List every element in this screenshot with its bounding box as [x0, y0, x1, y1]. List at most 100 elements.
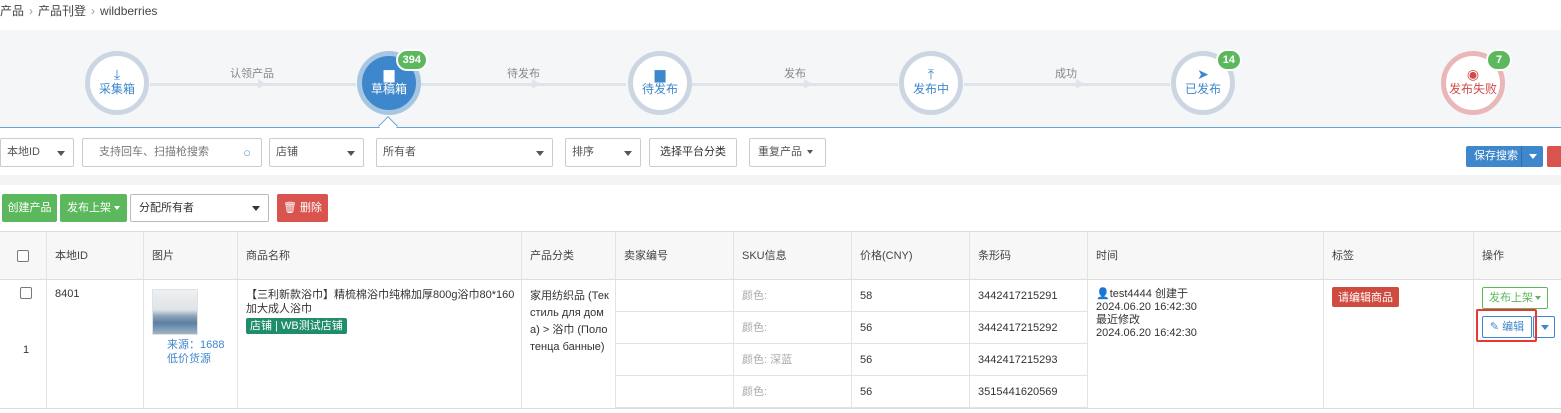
count-badge: 394	[395, 49, 428, 71]
create-product-button[interactable]: 创建产品	[2, 194, 57, 222]
breadcrumb-item-current: wildberries	[100, 4, 158, 18]
product-name[interactable]: 【三利新款浴巾】精梳棉浴巾纯棉加厚800g浴巾80*160加大成人浴巾	[246, 288, 515, 316]
upload-tray-icon: ⤒	[927, 66, 935, 82]
header-local-id[interactable]: 本地ID	[47, 232, 144, 280]
folder-icon: ▆	[654, 66, 666, 82]
delete-search-button[interactable]	[1547, 146, 1561, 167]
step-published[interactable]: ➤ 已发布 14	[1171, 49, 1242, 115]
section-divider	[0, 175, 1561, 185]
header-product-name: 商品名称	[238, 232, 522, 280]
step-connector	[964, 83, 1170, 86]
step-publishing[interactable]: ⤒ 发布中	[899, 51, 963, 115]
caret-down-icon	[807, 150, 813, 155]
store-tag: 店铺 | WB测试店铺	[246, 318, 347, 334]
search-input[interactable]: 支持回车、扫描枪搜索 ○	[82, 138, 262, 167]
step-connector	[150, 83, 356, 86]
caret-down-icon	[624, 151, 632, 156]
table-row: 1	[0, 280, 47, 408]
product-thumbnail[interactable]	[152, 289, 198, 335]
store-select[interactable]: 店铺	[269, 138, 364, 167]
caret-down-icon[interactable]	[1521, 146, 1543, 167]
header-category: 产品分类	[522, 232, 616, 280]
owner-select[interactable]: 所有者	[376, 138, 553, 167]
step-label-publish: 发布	[784, 68, 806, 80]
step-publish-failed[interactable]: ◉ 发布失败 7	[1441, 49, 1512, 115]
row-checkbox[interactable]	[20, 287, 32, 299]
sku-barcode: 3442417215293	[970, 344, 1088, 376]
sku-info: 颜色:	[616, 376, 852, 408]
step-label-pending: 待发布	[507, 68, 540, 80]
creator: test4444 创建于	[1109, 288, 1188, 300]
caret-down-icon	[1535, 296, 1541, 300]
time-cell: 👤test4444 创建于 2024.06.20 16:42:30 最近修改 2…	[1088, 280, 1324, 408]
sku-barcode: 3442417215291	[970, 280, 1088, 312]
download-tray-icon: ⤓	[113, 66, 121, 82]
header-price: 价格(CNY)	[852, 232, 970, 280]
breadcrumb-item-listing[interactable]: 产品刊登	[38, 4, 86, 18]
product-name-cell: 【三利新款浴巾】精梳棉浴巾纯棉加厚800g浴巾80*160加大成人浴巾 店铺 |…	[238, 280, 522, 408]
breadcrumb: 产品 › 产品刊登 › wildberries	[0, 2, 157, 18]
sort-select[interactable]: 排序	[565, 138, 641, 167]
step-connector	[692, 83, 898, 86]
sku-barcode: 3515441620569	[970, 376, 1088, 408]
edit-required-tag: 请编辑商品	[1332, 287, 1399, 307]
search-icon: ○	[243, 145, 251, 160]
select-all-checkbox-cell	[0, 232, 47, 280]
row-index: 1	[23, 344, 30, 356]
sku-info: 颜色:	[616, 280, 852, 312]
count-badge: 14	[1215, 49, 1242, 71]
sku-price: 56	[852, 312, 970, 344]
caret-down-icon	[347, 151, 355, 156]
count-badge: 7	[1486, 49, 1512, 71]
header-time: 时间	[1088, 232, 1324, 280]
header-actions: 操作	[1474, 232, 1561, 280]
sku-barcode: 3442417215292	[970, 312, 1088, 344]
sku-price: 56	[852, 344, 970, 376]
save-search-button[interactable]: 保存搜索	[1466, 146, 1543, 167]
local-id-select[interactable]: 本地ID	[0, 138, 74, 167]
step-drafts[interactable]: ▆ 草稿箱 394	[357, 49, 428, 115]
platform-category-button[interactable]: 选择平台分类	[649, 138, 737, 167]
row-divider	[0, 408, 1561, 409]
edit-highlight-box	[1476, 309, 1537, 342]
local-id-cell: 8401	[47, 280, 144, 408]
created-at: 2024.06.20 16:42:30	[1096, 301, 1197, 313]
breadcrumb-item-products[interactable]: 产品	[0, 4, 24, 18]
step-pending-publish[interactable]: ▆ 待发布	[628, 51, 692, 115]
product-table: 本地ID 图片 商品名称 产品分类 卖家编号 SKU信息 价格(CNY) 条形码…	[0, 231, 1561, 413]
chevron-right-icon: ›	[91, 4, 96, 18]
tags-cell: 请编辑商品	[1324, 280, 1474, 408]
sku-price: 56	[852, 376, 970, 408]
caret-down-icon	[57, 151, 65, 156]
duplicate-products-select[interactable]: 重复产品	[749, 138, 826, 167]
header-sku-info: SKU信息	[734, 232, 852, 280]
workflow-steps: 认领产品 待发布 发布 成功 ⤓ 采集箱 ▆ 草稿箱 394 ▆ 待发布 ⤒ 发…	[0, 30, 1561, 128]
step-connector	[420, 83, 626, 86]
filter-bar: 本地ID 支持回车、扫描枪搜索 ○ 店铺 所有者 排序 选择平台分类 重复产品	[0, 138, 1561, 168]
row-publish-button[interactable]: 发布上架	[1482, 287, 1548, 309]
caret-down-icon	[536, 151, 544, 156]
modified-at: 2024.06.20 16:42:30	[1096, 327, 1197, 339]
assign-owner-select[interactable]: 分配所有者	[130, 194, 269, 222]
select-all-checkbox[interactable]	[17, 250, 29, 263]
modified-label: 最近修改	[1096, 314, 1140, 326]
chevron-right-icon: ›	[29, 4, 34, 18]
trash-icon: 🗑	[282, 202, 297, 214]
header-barcode: 条形码	[970, 232, 1088, 280]
source-link[interactable]: 来源：1688 低价货源	[167, 338, 224, 366]
header-seller-code: 卖家编号	[616, 232, 734, 280]
sku-price: 58	[852, 280, 970, 312]
caret-down-icon	[252, 206, 260, 211]
sku-info: 颜色:	[616, 312, 852, 344]
header-image: 图片	[144, 232, 238, 280]
step-label-claim: 认领产品	[230, 68, 274, 80]
step-collection-box[interactable]: ⤓ 采集箱	[85, 51, 149, 115]
caret-down-icon	[114, 206, 120, 211]
arrow-right-icon	[1076, 79, 1084, 89]
delete-button[interactable]: 🗑 删除	[277, 194, 328, 222]
step-label-success: 成功	[1055, 68, 1077, 80]
user-icon: 👤	[1096, 288, 1110, 300]
sku-info: 颜色: 深蓝	[616, 344, 852, 376]
header-tags: 标签	[1324, 232, 1474, 280]
publish-button[interactable]: 发布上架	[60, 194, 127, 222]
